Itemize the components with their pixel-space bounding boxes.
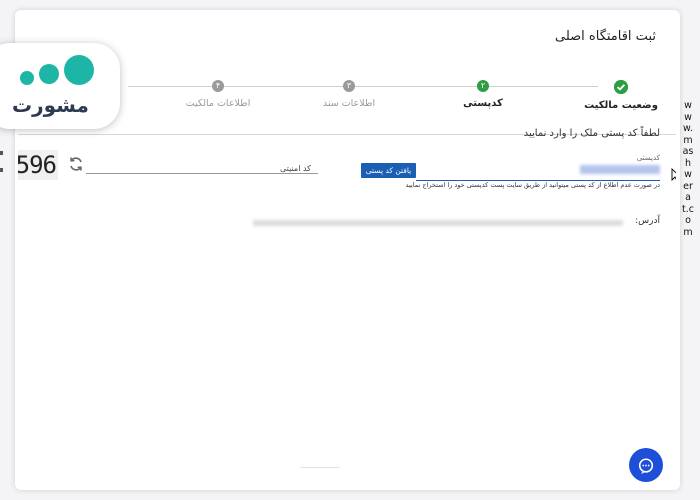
step-label: اطلاعات مالکیت [185,98,251,109]
captcha-image: 596 [18,150,58,180]
logo-dot [39,64,59,84]
step-number: ۴ [212,80,224,92]
postal-code-value-blurred [580,165,660,174]
logo-dot [64,55,94,85]
step-ownership-info[interactable]: ۴ اطلاعات مالکیت [163,80,273,109]
captcha-text: 596 [18,151,57,179]
logo-dot [20,71,34,85]
step-label: وضعیت مالکیت [584,100,658,111]
address-value-blurred [253,220,623,226]
step-deed-info[interactable]: ۳ اطلاعات سند [294,80,404,109]
chat-bubble-icon [638,457,654,474]
divider [300,467,340,468]
step-ownership-status[interactable]: وضعیت مالکیت [566,80,676,111]
chat-button[interactable] [629,448,663,482]
postal-code-help-text: در صورت عدم اطلاع از کد پستی میتوانید از… [405,181,660,189]
step-label: کدپستی [463,98,503,109]
screenshot-frame: ثبت اقامتگاه اصلی وضعیت مالکیت ۲ کدپستی … [0,0,700,500]
check-icon [614,80,628,94]
step-number: ۲ [477,80,489,92]
logo-badge: مشورت [0,43,120,129]
step-number: ۳ [343,80,355,92]
mouse-cursor-icon [671,168,676,182]
site-watermark: www.mashwerat.com [682,100,694,238]
address-label: آدرس: [635,216,660,226]
logo-text: مشورت [12,93,90,117]
edge-mark [0,151,3,155]
refresh-icon[interactable] [66,156,86,176]
step-label: اطلاعات سند [322,98,376,109]
edge-mark [0,168,3,172]
step-postal-code[interactable]: ۲ کدپستی [428,80,538,109]
instruction-text: لطفاً کد پستی ملک را وارد نمایید [523,128,660,139]
security-code-input[interactable] [86,173,318,174]
page-title: ثبت اقامتگاه اصلی [555,29,656,44]
find-postal-code-button[interactable]: یافتن کد پستی [361,163,416,178]
security-code-label: کد امنیتی [280,164,311,173]
